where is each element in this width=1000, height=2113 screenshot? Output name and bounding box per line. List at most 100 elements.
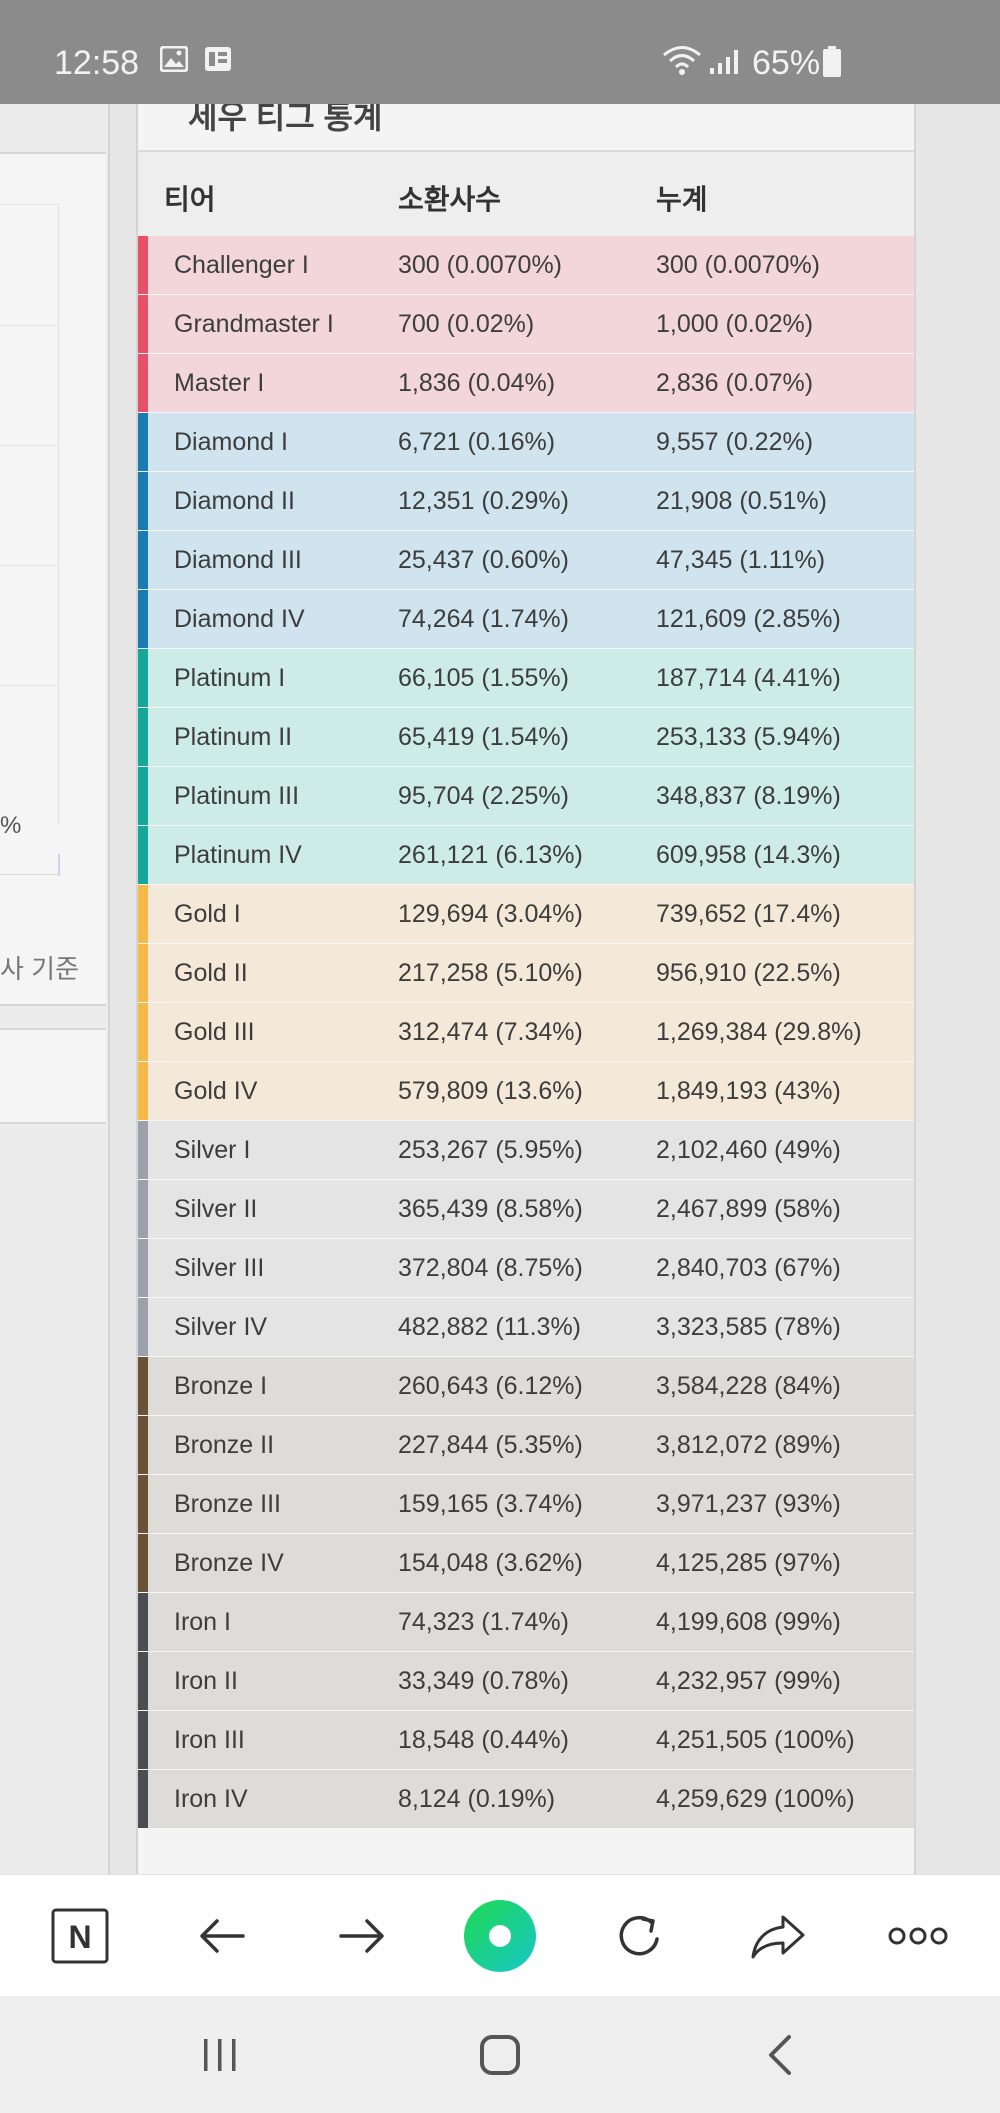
count-cell: 74,323 (1.74%) [398,1608,569,1636]
tier-color-stripe [138,1357,148,1415]
gridline [0,685,58,686]
tier-name-cell: Iron III [174,1726,245,1754]
tier-color-stripe [138,1298,148,1356]
table-row: Bronze III 159,165 (3.74%) 3,971,237 (93%) [138,1475,914,1534]
table-row: Iron III 18,548 (0.44%) 4,251,505 (100%) [138,1711,914,1770]
cumulative-cell: 956,910 (22.5%) [656,959,841,987]
cumulative-cell: 2,840,703 (67%) [656,1254,841,1282]
system-nav-bar [0,1996,1000,2113]
tier-color-stripe [138,354,148,412]
count-cell: 66,105 (1.55%) [398,664,569,692]
forward-arrow-icon [339,1919,384,1953]
count-cell: 8,124 (0.19%) [398,1785,556,1813]
count-cell: 312,474 (7.34%) [398,1018,583,1046]
tier-color-stripe [138,1475,148,1533]
cumulative-cell: 3,584,228 (84%) [656,1372,841,1400]
tier-name-cell: Silver II [174,1195,258,1223]
table-row: Bronze II 227,844 (5.35%) 3,812,072 (89%) [138,1416,914,1475]
tier-color-stripe [138,885,148,943]
gridline [0,445,58,446]
tier-color-stripe [138,1770,148,1828]
axis-line [0,874,60,875]
table-row: Bronze I 260,643 (6.12%) 3,584,228 (84%) [138,1357,914,1416]
browser-toolbar: N [0,1874,1000,1997]
tier-name-cell: Gold II [174,959,248,987]
naver-home-icon: N [51,1908,109,1964]
naver-letter: N [68,1919,91,1955]
count-cell: 74,264 (1.74%) [398,605,569,633]
green-dot-button[interactable] [440,1875,560,1997]
cumulative-cell: 348,837 (8.19%) [656,782,841,810]
table-row: Gold IV 579,809 (13.6%) 1,849,193 (43%) [138,1062,914,1121]
recent-apps-icon [204,2038,236,2071]
tier-color-stripe [138,1239,148,1297]
refresh-button[interactable] [580,1875,700,1997]
tier-color-stripe [138,767,148,825]
gallery-icon [159,45,189,77]
table-row: Platinum I 66,105 (1.55%) 187,714 (4.41%) [138,649,914,708]
table-row: Bronze IV 154,048 (3.62%) 4,125,285 (97%) [138,1534,914,1593]
tier-color-stripe [138,1062,148,1120]
forward-button[interactable] [302,1875,422,1997]
tier-color-stripe [138,413,148,471]
cumulative-cell: 1,000 (0.02%) [656,310,814,338]
back-button[interactable] [162,1875,282,1997]
table-row: Silver II 365,439 (8.58%) 2,467,899 (58%) [138,1180,914,1239]
count-cell: 159,165 (3.74%) [398,1490,583,1518]
tier-color-stripe [138,236,148,294]
count-cell: 65,419 (1.54%) [398,723,569,751]
share-icon [751,1915,805,1959]
left-card-secondary [0,1028,106,1124]
count-cell: 300 (0.0070%) [398,251,563,279]
tier-color-stripe [138,1711,148,1769]
tier-color-stripe [138,1003,148,1061]
cumulative-cell: 253,133 (5.94%) [656,723,841,751]
cumulative-cell: 9,557 (0.22%) [656,428,814,456]
tier-table-body: Challenger I 300 (0.0070%) 300 (0.0070%) Gr… [138,236,914,1829]
count-cell: 372,804 (8.75%) [398,1254,583,1282]
count-cell: 95,704 (2.25%) [398,782,569,810]
count-cell: 482,882 (11.3%) [398,1313,581,1341]
card-header: 세우 티그 통계 [138,104,914,152]
table-row: Challenger I 300 (0.0070%) 300 (0.0070%) [138,236,914,295]
tier-color-stripe [138,649,148,707]
table-row: Diamond III 25,437 (0.60%) 47,345 (1.11%) [138,531,914,590]
table-row: Gold II 217,258 (5.10%) 956,910 (22.5%) [138,944,914,1003]
tier-name-cell: Bronze III [174,1490,281,1518]
count-cell: 129,694 (3.04%) [398,900,583,928]
table-row: Iron IV 8,124 (0.19%) 4,259,629 (100%) [138,1770,914,1829]
signal-icon [708,48,744,81]
tier-name-cell: Diamond II [174,487,295,515]
cumulative-cell: 2,836 (0.07%) [656,369,814,397]
table-row: Iron II 33,349 (0.78%) 4,232,957 (99%) [138,1652,914,1711]
more-button[interactable] [858,1875,978,1997]
tier-name-cell: Bronze I [174,1372,268,1400]
home-button[interactable] [430,1996,570,2113]
count-cell: 1,836 (0.04%) [398,369,556,397]
tier-name-cell: Gold III [174,1018,255,1046]
tier-name-cell: Silver I [174,1136,251,1164]
count-cell: 25,437 (0.60%) [398,546,569,574]
basis-label: 사 기준 [0,954,79,984]
nav-back-button[interactable] [710,1996,850,2113]
left-chart-card: % 사 기준 [0,152,106,1006]
axis-percent-label: % [0,812,22,839]
tier-stats-card: 세우 티그 통계 티어 소환사수 누계 Challenger I 300 (0.0… [136,104,916,1874]
count-cell: 253,267 (5.95%) [398,1136,583,1164]
tier-name-cell: Iron II [174,1667,238,1695]
tier-color-stripe [138,826,148,884]
cumulative-cell: 609,958 (14.3%) [656,841,841,869]
recent-apps-button[interactable] [150,1996,290,2113]
cumulative-cell: 121,609 (2.85%) [656,605,841,633]
tier-name-cell: Bronze II [174,1431,275,1459]
left-chart-area [0,204,59,825]
cumulative-cell: 4,259,629 (100%) [656,1785,855,1813]
wifi-icon [662,44,702,81]
share-button[interactable] [718,1875,838,1997]
table-row: Platinum IV 261,121 (6.13%) 609,958 (14.3%… [138,826,914,885]
naver-home-button[interactable]: N [20,1875,140,1997]
cumulative-cell: 4,125,285 (97%) [656,1549,841,1577]
tier-name-cell: Platinum I [174,664,286,692]
table-row: Gold III 312,474 (7.34%) 1,269,384 (29.8%) [138,1003,914,1062]
table-row: Master I 1,836 (0.04%) 2,836 (0.07%) [138,354,914,413]
